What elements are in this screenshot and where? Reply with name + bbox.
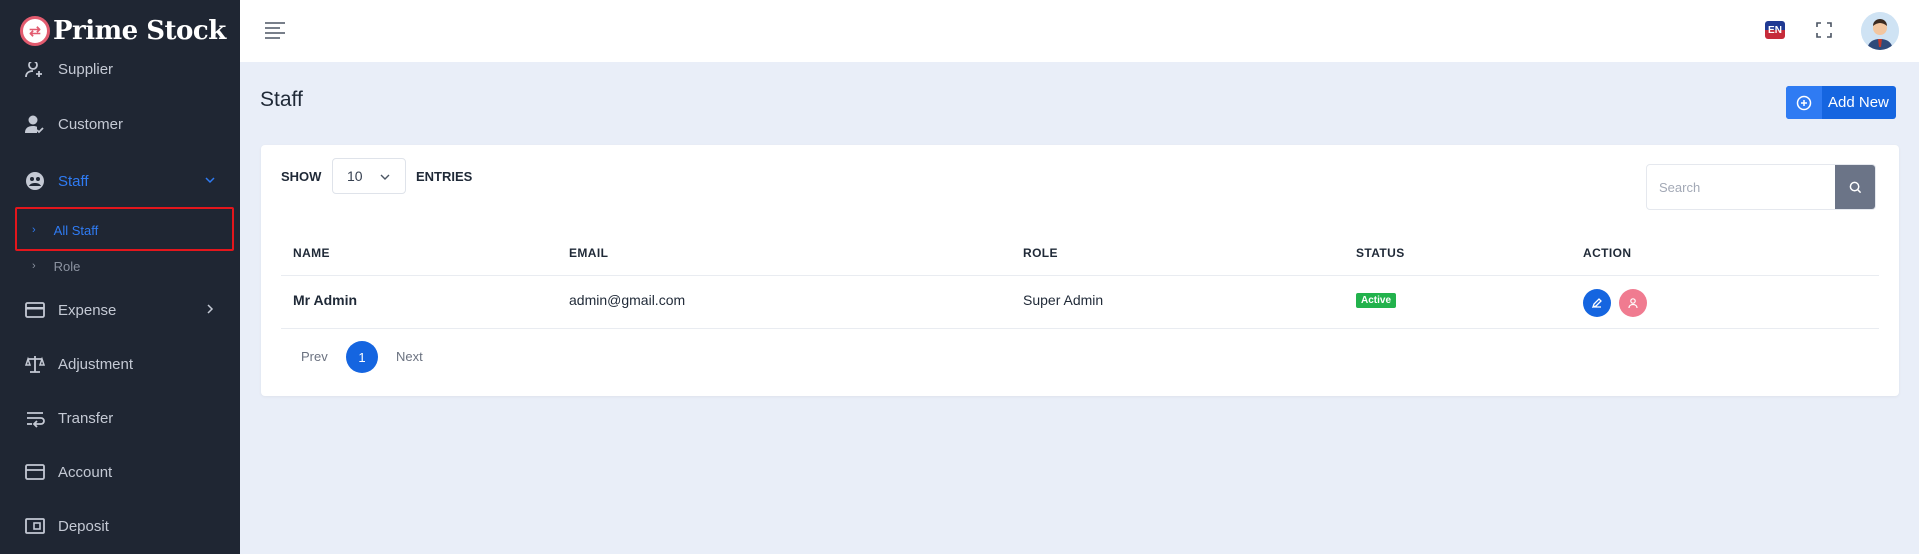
cell-role: Super Admin <box>1023 292 1104 308</box>
entries-value: 10 <box>347 168 363 184</box>
sidebar-subitem-role[interactable]: › Role <box>0 250 240 282</box>
fullscreen-icon[interactable] <box>1815 21 1833 39</box>
user-permission-button[interactable] <box>1619 289 1647 317</box>
sidebar-item-label: Expense <box>58 301 117 319</box>
user-icon <box>1628 298 1638 309</box>
chevron-down-icon <box>205 177 215 184</box>
search-box <box>1646 164 1876 210</box>
pagination-next[interactable]: Next <box>396 349 423 364</box>
column-header-email[interactable]: EMAIL <box>569 246 608 260</box>
add-new-label: Add New <box>1828 94 1889 111</box>
sidebar-item-account[interactable]: Account <box>0 452 240 492</box>
table-divider <box>281 328 1879 329</box>
sidebar-item-label: Account <box>58 463 113 481</box>
topbar: EN <box>240 0 1919 62</box>
table-divider <box>281 275 1879 276</box>
plus-circle-icon <box>1786 86 1822 119</box>
brand[interactable]: ⇄ Prime Stock <box>0 0 240 62</box>
sidebar-item-label: Staff <box>58 172 89 190</box>
cell-name: Mr Admin <box>293 292 358 308</box>
sidebar-item-staff[interactable]: Staff <box>0 161 240 201</box>
brand-logo: ⇄ <box>20 16 50 46</box>
transfer-icon <box>24 407 46 429</box>
sidebar-item-label: Customer <box>58 115 124 133</box>
sidebar-item-label: Adjustment <box>58 355 134 373</box>
sidebar-subitem-label: Role <box>53 258 81 274</box>
selection-highlight <box>15 207 234 251</box>
chevron-down-icon <box>380 174 390 180</box>
column-header-status[interactable]: STATUS <box>1356 246 1405 260</box>
chevron-right-icon <box>207 304 214 314</box>
pencil-icon <box>1591 298 1602 309</box>
search-icon <box>1849 181 1861 193</box>
deposit-icon <box>24 515 46 537</box>
user-check-icon <box>24 113 46 135</box>
sidebar-item-deposit[interactable]: Deposit <box>0 506 240 546</box>
cell-email: admin@gmail.com <box>569 292 686 308</box>
add-new-button[interactable]: Add New <box>1786 86 1896 119</box>
search-button[interactable] <box>1835 165 1875 209</box>
status-badge: Active <box>1356 293 1397 308</box>
pagination-page-current[interactable]: 1 <box>346 341 378 373</box>
search-input[interactable] <box>1647 165 1835 209</box>
wallet-icon <box>24 299 46 321</box>
menu-toggle-icon[interactable] <box>264 20 286 40</box>
sidebar-item-label: Supplier <box>58 60 114 78</box>
entries-label: ENTRIES <box>416 169 473 184</box>
edit-button[interactable] <box>1583 289 1611 317</box>
account-icon <box>24 461 46 483</box>
brand-name: Prime Stock <box>53 16 226 46</box>
sidebar-item-adjustment[interactable]: Adjustment <box>0 344 240 384</box>
sidebar-item-label: Deposit <box>58 517 109 535</box>
scale-icon <box>24 353 46 375</box>
staff-table-card: SHOW 10 ENTRIES NAME EMAIL ROLE STATUS A… <box>261 145 1899 396</box>
page-title: Staff <box>260 88 303 111</box>
column-header-action: ACTION <box>1583 246 1632 260</box>
chevron-right-icon: › <box>32 260 36 272</box>
sidebar-item-transfer[interactable]: Transfer <box>0 398 240 438</box>
pagination-prev[interactable]: Prev <box>301 349 328 364</box>
column-header-name[interactable]: NAME <box>293 246 330 260</box>
entries-select[interactable]: 10 <box>332 158 406 194</box>
show-label: SHOW <box>281 169 322 184</box>
sidebar-item-label: Transfer <box>58 409 114 427</box>
sidebar: ⇄ Prime Stock Supplier Customer Staff › … <box>0 0 240 554</box>
sidebar-item-expense[interactable]: Expense <box>0 290 240 330</box>
staff-icon <box>24 170 46 192</box>
language-switcher[interactable]: EN <box>1765 21 1785 39</box>
column-header-role[interactable]: ROLE <box>1023 246 1058 260</box>
avatar[interactable] <box>1861 12 1899 50</box>
sidebar-item-customer[interactable]: Customer <box>0 104 240 144</box>
